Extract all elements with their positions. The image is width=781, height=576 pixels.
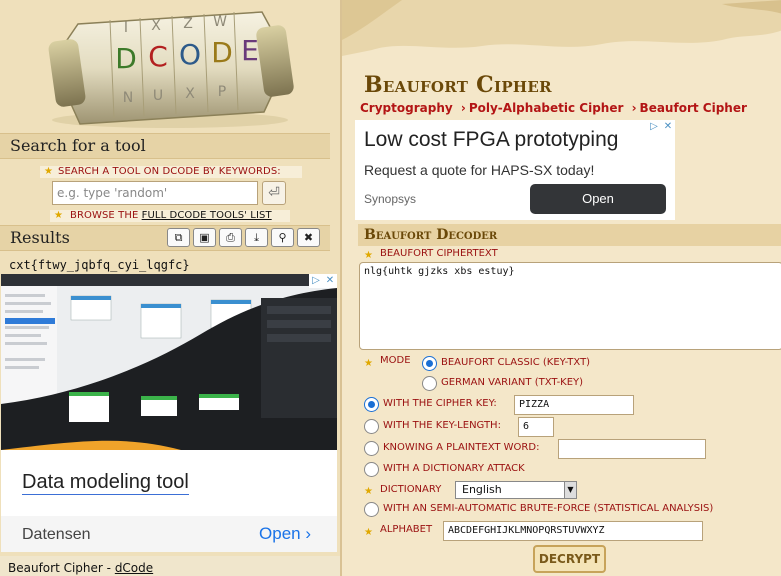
svg-text:U: U xyxy=(153,88,163,104)
search-input[interactable] xyxy=(52,181,258,205)
page-footer: Beaufort Cipher - dCode xyxy=(0,556,340,576)
dcode-home-link[interactable]: dCode xyxy=(115,561,153,575)
chevron-down-icon: ▼ xyxy=(564,482,576,498)
alphabet-label: ALPHABET xyxy=(380,524,433,535)
print-icon: ⎙ xyxy=(226,231,235,244)
ad-open-button[interactable]: Open › xyxy=(259,524,311,544)
mode-classic-radio[interactable] xyxy=(422,356,437,371)
breadcrumb-item-polyalphabetic[interactable]: Poly-Alphabetic Cipher xyxy=(469,101,624,115)
adchoices-icon[interactable]: ▷ xyxy=(309,274,323,288)
svg-text:N: N xyxy=(123,90,133,106)
svg-text:X: X xyxy=(151,18,161,34)
decoder-section-header: Beaufort Decoder xyxy=(358,224,781,246)
footer-text: Beaufort Cipher - xyxy=(8,561,115,575)
svg-text:O: O xyxy=(179,38,201,71)
svg-text:X: X xyxy=(185,86,195,102)
result-output: cxt{ftwy_jqbfq_cyi_lqgfc} xyxy=(9,258,190,272)
parchment-header-decoration xyxy=(342,0,781,70)
key-length-input[interactable]: 6 xyxy=(518,417,554,437)
breadcrumb-separator: › xyxy=(631,101,637,115)
left-sidebar: I X Z W N U X P D C O D E Search for a tool ★ … xyxy=(0,0,340,576)
ad-close-icon[interactable]: ✕ xyxy=(323,274,337,288)
svg-text:E: E xyxy=(241,34,259,67)
search-keywords-text: SEARCH A TOOL ON DCODE BY KEYWORDS: xyxy=(58,166,281,177)
adchoices-icon[interactable]: ▷ xyxy=(647,120,661,134)
advertisement-left[interactable]: ▷ ✕ Data modeling tool Datensen Open › xyxy=(1,274,337,552)
bruteforce-label[interactable]: WITH AN SEMI-AUTOMATIC BRUTE-FORCE (STAT… xyxy=(383,503,713,514)
breadcrumb-item-beaufort[interactable]: Beaufort Cipher xyxy=(640,101,747,115)
ciphertext-input[interactable]: nlg{uhtk gjzks xbs estuy} xyxy=(359,262,781,350)
ad-footer: Datensen Open › xyxy=(1,516,337,552)
dcode-logo[interactable]: I X Z W N U X P D C O D E xyxy=(38,2,302,130)
star-icon: ★ xyxy=(364,527,373,538)
browse-tools-row: ★ BROWSE THE FULL DCODE TOOLS' LIST xyxy=(50,210,290,222)
pin-button[interactable]: ⚲ xyxy=(271,228,294,247)
advertisement-right[interactable]: ▷ ✕ Low cost FPGA prototyping Request a … xyxy=(355,120,675,220)
breadcrumb-separator: › xyxy=(460,101,466,115)
mode-label: MODE xyxy=(380,355,411,366)
clear-button[interactable]: ✖ xyxy=(297,228,320,247)
dictionary-select[interactable]: English ▼ xyxy=(455,481,577,499)
with-key-label[interactable]: WITH THE CIPHER KEY: xyxy=(383,398,497,409)
star-icon: ★ xyxy=(364,358,373,369)
search-submit-button[interactable]: ⏎ xyxy=(262,181,286,205)
svg-text:I: I xyxy=(124,20,128,36)
browse-prefix: BROWSE THE xyxy=(70,210,139,221)
ad-subtitle: Request a quote for HAPS-SX today! xyxy=(364,162,595,178)
enter-icon: ⏎ xyxy=(268,185,280,201)
save-icon: ▣ xyxy=(199,231,210,244)
star-icon: ★ xyxy=(364,250,373,261)
dictionary-attack-label[interactable]: WITH A DICTIONARY ATTACK xyxy=(383,463,525,474)
cipher-key-input[interactable]: PIZZA xyxy=(514,395,634,415)
with-key-length-label[interactable]: WITH THE KEY-LENGTH: xyxy=(383,420,501,431)
star-icon: ★ xyxy=(54,210,64,221)
plaintext-word-radio[interactable] xyxy=(364,441,379,456)
ad-screenshot-image xyxy=(1,274,337,450)
dictionary-selected-value: English xyxy=(462,483,502,496)
decrypt-button[interactable]: DECRYPT xyxy=(533,545,606,573)
breadcrumb: Cryptography › Poly-Alphabetic Cipher › Be… xyxy=(360,101,747,115)
plaintext-word-label[interactable]: KNOWING A PLAINTEXT WORD: xyxy=(383,442,539,453)
star-icon: ★ xyxy=(364,486,373,497)
close-icon: ✖ xyxy=(303,231,314,244)
ad-close-icon[interactable]: ✕ xyxy=(661,120,675,134)
mode-classic-label[interactable]: BEAUFORT CLASSIC (KEY-TXT) xyxy=(441,357,590,368)
star-icon: ★ xyxy=(44,166,54,177)
svg-text:Z: Z xyxy=(183,16,193,32)
alphabet-input[interactable]: ABCDEFGHIJKLMNOPQRSTUVWXYZ xyxy=(443,521,703,541)
svg-text:W: W xyxy=(213,14,227,30)
ad-open-button[interactable]: Open xyxy=(530,184,666,214)
dictionary-attack-radio[interactable] xyxy=(364,462,379,477)
with-key-length-radio[interactable] xyxy=(364,419,379,434)
ciphertext-label: BEAUFORT CIPHERTEXT xyxy=(380,248,498,259)
breadcrumb-item-cryptography[interactable]: Cryptography xyxy=(360,101,453,115)
search-section-header: Search for a tool xyxy=(0,133,330,159)
download-button[interactable]: ⤓ xyxy=(245,228,268,247)
svg-text:D: D xyxy=(115,42,137,75)
pin-icon: ⚲ xyxy=(278,231,287,244)
full-tools-list-link[interactable]: FULL DCODE TOOLS' LIST xyxy=(142,210,272,221)
plaintext-word-input[interactable] xyxy=(558,439,706,459)
copy-icon: ⧉ xyxy=(174,231,183,244)
ad-title[interactable]: Low cost FPGA prototyping xyxy=(364,128,618,152)
mode-german-label[interactable]: GERMAN VARIANT (TXT-KEY) xyxy=(441,377,583,388)
dictionary-label: DICTIONARY xyxy=(380,484,442,495)
mode-german-radio[interactable] xyxy=(422,376,437,391)
copy-button[interactable]: ⧉ xyxy=(167,228,190,247)
download-icon: ⤓ xyxy=(254,231,259,244)
main-content: Beaufort Cipher Cryptography › Poly-Alpha… xyxy=(340,0,781,576)
svg-text:C: C xyxy=(148,40,168,73)
bruteforce-radio[interactable] xyxy=(364,502,379,517)
svg-text:D: D xyxy=(211,36,233,69)
ad-brand: Datensen xyxy=(22,526,91,543)
search-keywords-label: ★ SEARCH A TOOL ON DCODE BY KEYWORDS: xyxy=(40,166,302,178)
save-button[interactable]: ▣ xyxy=(193,228,216,247)
svg-text:P: P xyxy=(218,84,226,100)
page-title: Beaufort Cipher xyxy=(364,72,552,98)
print-button[interactable]: ⎙ xyxy=(219,228,242,247)
ad-brand: Synopsys xyxy=(364,192,417,206)
ad-title[interactable]: Data modeling tool xyxy=(22,470,189,495)
with-key-radio[interactable] xyxy=(364,397,379,412)
